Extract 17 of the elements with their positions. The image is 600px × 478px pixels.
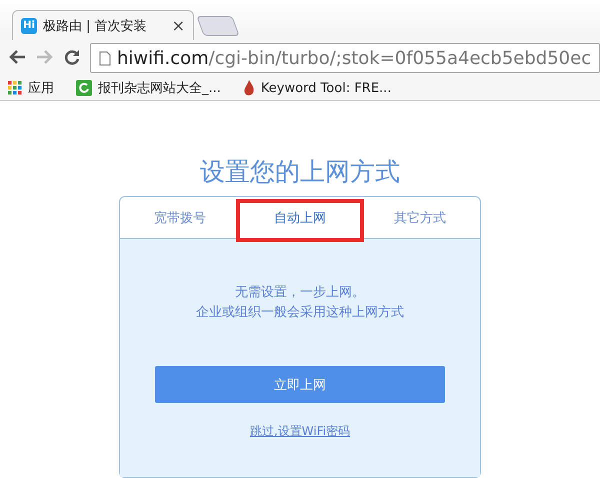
flame-icon (242, 80, 255, 96)
bookmark-link[interactable]: 报刊杂志网站大全_... (98, 79, 221, 97)
description-text: 企业或组织一般会采用这种上网方式 (196, 304, 404, 322)
bookmark-link[interactable]: Keyword Tool: FRE... (260, 80, 392, 96)
site-logo-icon: Hi (21, 18, 37, 34)
address-bar[interactable]: hiwifi.com/cgi-bin/turbo/;stok=0f055a4ecb5ebd50ec (90, 43, 600, 73)
refresh-icon (76, 80, 92, 96)
bookmark-link[interactable]: 应用 (28, 79, 54, 97)
url-text: hiwifi.com/cgi-bin/turbo/;stok=0f055a4ecb5ebd50ec (117, 48, 592, 68)
page-icon (99, 50, 111, 66)
description-text: 无需设置，一步上网。 (235, 284, 365, 302)
browser-tab[interactable]: Hi 极路由 | 首次安装 × (12, 10, 194, 40)
tab-title: 极路由 | 首次安装 (43, 18, 148, 34)
connection-tab[interactable]: 自动上网 (240, 197, 360, 238)
apps-grid-icon (8, 81, 22, 95)
close-tab-button[interactable]: × (172, 16, 185, 35)
page-heading: 设置您的上网方式 (200, 156, 400, 188)
